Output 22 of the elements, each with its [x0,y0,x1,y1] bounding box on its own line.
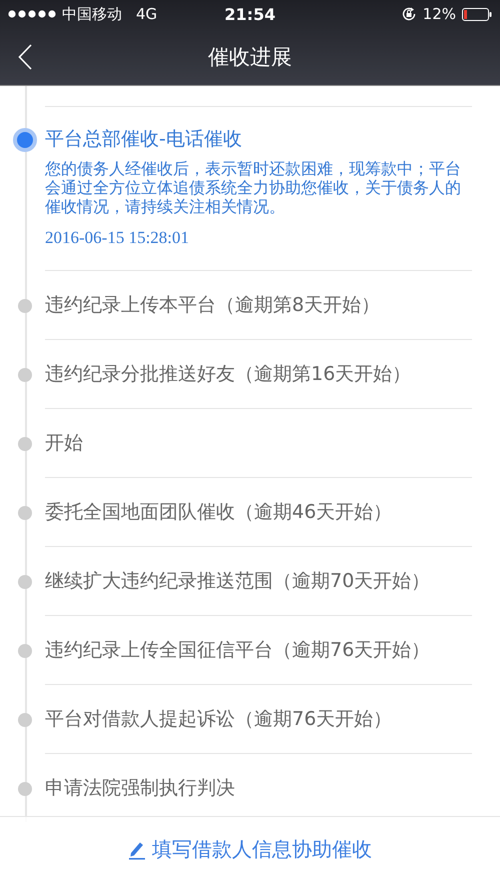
step-title: 平台对借款人提起诉讼（逾期76天开始） [45,707,394,731]
step-title: 委托全国地面团队催收（逾期46天开始） [45,500,394,524]
battery-icon [462,8,492,20]
fill-info-button[interactable]: 填写借款人信息协助催收 [124,832,376,867]
step-title: 平台总部催收-电话催收 [45,127,243,151]
network-type: 4G [136,5,158,23]
rotation-lock-icon [400,6,417,22]
step-time: 2016-06-15 15:28:01 [45,228,190,248]
signal-icon [8,10,56,18]
pencil-icon [128,840,146,860]
carrier-name: 中国移动 [62,4,122,24]
step-title: 继续扩大违约纪录推送范围（逾期70天开始） [45,569,432,593]
back-button[interactable] [16,42,34,72]
step-title: 违约纪录上传全国征信平台（逾期76天开始） [45,638,432,662]
page-title: 催收进展 [208,44,292,70]
step-title: 违约纪录分批推送好友（逾期第16天开始） [45,362,412,386]
step-title: 违约纪录上传本平台（逾期第8天开始） [45,293,382,317]
step-description: 您的债务人经催收后，表示暂时还款困难，现筹款中；平台会通过全方位立体追债系统全力协助您催收，关于债务人的催收情况，请持续关注相关情况。 [45,159,462,216]
clock-time: 21:54 [224,4,276,24]
step-title: 申请法院强制执行判决 [45,776,236,800]
step-title: 开始 [45,431,84,455]
battery-percent: 12% [422,5,456,23]
